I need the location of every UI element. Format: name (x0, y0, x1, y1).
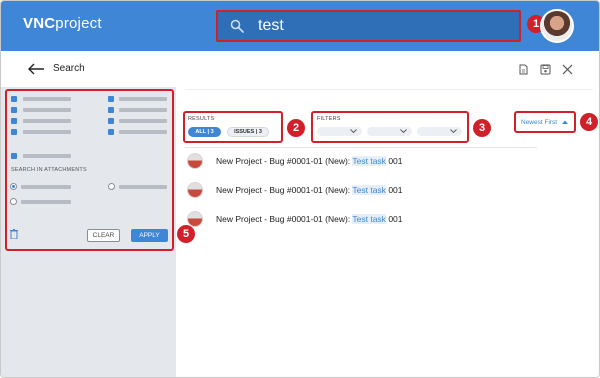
result-suffix: 001 (388, 214, 403, 224)
callout-badge-5: 5 (177, 225, 195, 243)
trash-icon[interactable] (10, 229, 18, 239)
results-label: RESULTS (188, 116, 215, 122)
filter-checkbox[interactable] (108, 129, 114, 135)
result-title: New Project - Bug #0001-01 (New): Test t… (216, 214, 403, 224)
filters-group: FILTERS (311, 111, 469, 143)
close-icon[interactable] (562, 64, 573, 75)
bug-icon (187, 182, 203, 198)
filter-option-placeholder (23, 97, 71, 101)
tab-issues[interactable]: ISSUES | 3 (227, 127, 269, 137)
top-bar: VNCproject test 1 (1, 1, 599, 51)
chevron-down-icon (450, 129, 457, 134)
filter-option-placeholder (119, 130, 167, 134)
attachment-radio[interactable] (10, 183, 17, 190)
filter-dropdown[interactable] (317, 127, 362, 136)
attachment-radio[interactable] (108, 183, 115, 190)
result-prefix: New Project - Bug #0001-01 (New): (216, 185, 351, 195)
filter-checkbox[interactable] (108, 96, 114, 102)
result-suffix: 001 (388, 185, 403, 195)
sort-label: Newest First (521, 119, 568, 126)
logo-bold-text: VNC (23, 15, 56, 32)
tab-all[interactable]: ALL | 3 (188, 127, 221, 137)
result-highlight: Test task (352, 185, 386, 195)
filter-option-placeholder (119, 119, 167, 123)
result-title: New Project - Bug #0001-01 (New): Test t… (216, 156, 403, 166)
callout-badge-3: 3 (473, 119, 491, 137)
callout-badge-2: 2 (287, 119, 305, 137)
filter-checkbox[interactable] (11, 96, 17, 102)
sort-up-icon (561, 120, 568, 125)
filter-checkbox[interactable] (108, 107, 114, 113)
page-header: Search (1, 51, 599, 87)
result-title: New Project - Bug #0001-01 (New): Test t… (216, 185, 403, 195)
app-window: VNCproject test 1 Search SEARCH IN ATTAC… (0, 0, 600, 378)
bug-icon (187, 211, 203, 227)
clear-button[interactable]: CLEAR (87, 229, 120, 242)
radio-option-placeholder (21, 200, 71, 204)
user-avatar[interactable] (540, 9, 574, 43)
document-icon[interactable] (518, 64, 529, 75)
filter-checkbox[interactable] (108, 118, 114, 124)
filter-option-placeholder (119, 108, 167, 112)
attachment-radio[interactable] (10, 198, 17, 205)
result-row[interactable]: New Project - Bug #0001-01 (New): Test t… (187, 182, 487, 198)
back-arrow-icon[interactable] (27, 62, 45, 76)
chevron-down-icon (400, 129, 407, 134)
search-input[interactable]: test (258, 17, 284, 35)
app-logo[interactable]: VNCproject (23, 15, 102, 32)
bug-icon (187, 153, 203, 169)
filter-checkbox[interactable] (11, 118, 17, 124)
chevron-down-icon (350, 129, 357, 134)
sort-label-text: Newest First (521, 119, 558, 126)
tab-all-label: ALL (195, 129, 206, 135)
result-row[interactable]: New Project - Bug #0001-01 (New): Test t… (187, 153, 487, 169)
global-search-bar[interactable]: test (216, 10, 521, 42)
result-row[interactable]: New Project - Bug #0001-01 (New): Test t… (187, 211, 487, 227)
result-prefix: New Project - Bug #0001-01 (New): (216, 214, 351, 224)
result-prefix: New Project - Bug #0001-01 (New): (216, 156, 351, 166)
filter-dropdown[interactable] (367, 127, 412, 136)
filter-option-placeholder (23, 119, 71, 123)
filters-label: FILTERS (317, 116, 341, 122)
result-suffix: 001 (388, 156, 403, 166)
save-icon[interactable] (540, 64, 551, 75)
tab-issues-count: 3 (258, 129, 262, 135)
filter-option-placeholder (23, 108, 71, 112)
apply-button[interactable]: APPLY (131, 229, 168, 242)
page-title: Search (53, 63, 85, 74)
filter-option-placeholder (23, 130, 71, 134)
filter-checkbox[interactable] (11, 107, 17, 113)
search-icon (230, 19, 244, 33)
radio-option-placeholder (119, 185, 167, 189)
search-in-attachments-label: SEARCH IN ATTACHMENTS (11, 167, 87, 173)
filter-checkbox[interactable] (11, 129, 17, 135)
filter-option-placeholder (23, 154, 71, 158)
tab-issues-label: ISSUES (234, 129, 255, 135)
radio-option-placeholder (21, 185, 71, 189)
logo-light-text: project (55, 15, 102, 32)
filter-dropdown[interactable] (417, 127, 462, 136)
sort-dropdown[interactable]: Newest First (514, 111, 576, 133)
result-highlight: Test task (352, 156, 386, 166)
result-highlight: Test task (352, 214, 386, 224)
results-group: RESULTS ALL | 3 ISSUES | 3 (183, 111, 283, 143)
attachments-checkbox[interactable] (11, 153, 17, 159)
content-top-divider (185, 89, 593, 90)
filter-option-placeholder (119, 97, 167, 101)
tab-all-count: 3 (210, 129, 214, 135)
callout-badge-4: 4 (580, 113, 598, 131)
results-divider (185, 147, 537, 148)
